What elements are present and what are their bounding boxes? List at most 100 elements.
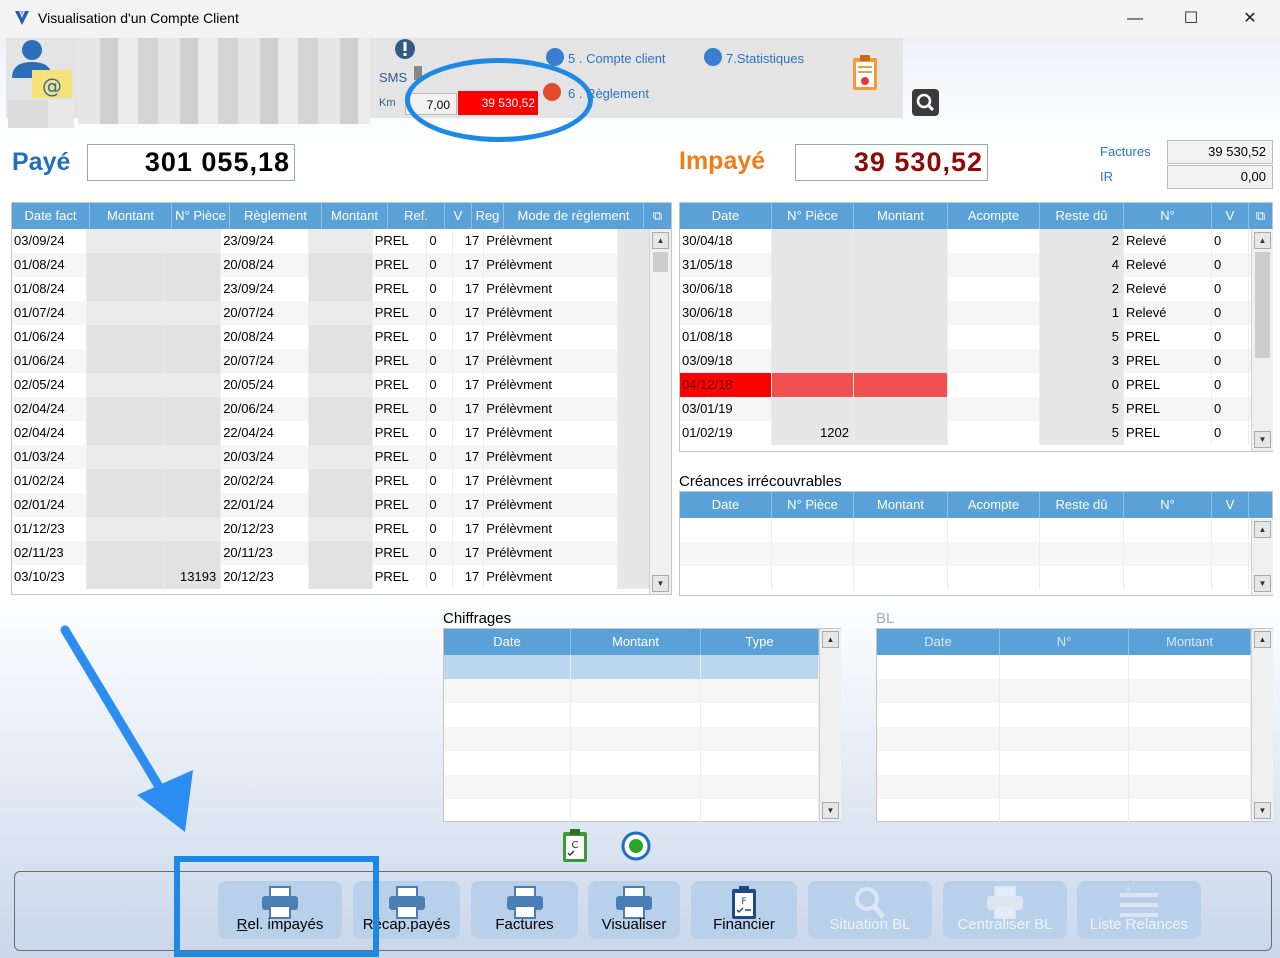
table-row[interactable]: 03/09/18 3 PREL 0: [680, 349, 1272, 373]
col-v[interactable]: V: [1212, 492, 1249, 518]
factures-button[interactable]: Factures: [471, 881, 578, 939]
scroll-up-icon[interactable]: ▲: [1254, 631, 1271, 648]
col-montant[interactable]: Montant: [1129, 629, 1251, 655]
statistiques-icon[interactable]: [704, 48, 722, 66]
bl-table[interactable]: Date N° Montant ▲ ▼: [876, 628, 1273, 823]
table-row[interactable]: 02/04/24 20/06/24 PREL 0 17 Prélèvment: [12, 397, 671, 421]
creances-table[interactable]: Date N° Pièce Montant Acompte Reste dû N…: [679, 491, 1273, 596]
table-row[interactable]: 01/12/23 20/12/23 PREL 0 17 Prélèvment: [12, 517, 671, 541]
col-reglement[interactable]: Règlement: [230, 203, 322, 229]
table-row[interactable]: 03/01/19 5 PREL 0: [680, 397, 1272, 421]
statistiques-link[interactable]: 7.Statistiques: [726, 51, 804, 66]
col-acompte[interactable]: Acompte: [948, 203, 1040, 229]
scroll-thumb[interactable]: [653, 252, 668, 272]
table-row[interactable]: 02/04/24 22/04/24 PREL 0 17 Prélèvment: [12, 421, 671, 445]
table-row[interactable]: [680, 566, 1272, 590]
col-reg[interactable]: Reg: [472, 203, 504, 229]
table-row[interactable]: 01/02/19 1202 5 PREL 0: [680, 421, 1272, 445]
table-row[interactable]: 31/05/18 4 Relevé 0: [680, 253, 1272, 277]
col-reste-du[interactable]: Reste dû: [1040, 492, 1124, 518]
table-row[interactable]: [877, 703, 1272, 727]
table-row[interactable]: 04/12/18 0 PREL 0: [680, 373, 1272, 397]
col-type[interactable]: Type: [701, 629, 819, 655]
scroll-down-icon[interactable]: ▼: [1254, 802, 1271, 819]
col-v[interactable]: V: [445, 203, 472, 229]
table-row[interactable]: 02/01/24 22/01/24 PREL 0 17 Prélèvment: [12, 493, 671, 517]
col-date[interactable]: Date: [680, 492, 772, 518]
table-row[interactable]: [444, 703, 840, 727]
table-row[interactable]: 30/06/18 2 Relevé 0: [680, 277, 1272, 301]
col-montant-reglement[interactable]: Montant: [322, 203, 388, 229]
col-mode-reglement[interactable]: Mode de règlement: [504, 203, 644, 229]
col-num-piece[interactable]: N° Pièce: [772, 492, 854, 518]
col-montant[interactable]: Montant: [571, 629, 701, 655]
table-row[interactable]: [877, 727, 1272, 751]
checklist-icon[interactable]: C: [561, 828, 589, 864]
report-clipboard-icon[interactable]: [851, 54, 879, 92]
table-row[interactable]: [444, 727, 840, 751]
col-date[interactable]: Date: [877, 629, 1000, 655]
col-date[interactable]: Date: [680, 203, 772, 229]
table-row[interactable]: 02/05/24 20/05/24 PREL 0 17 Prélèvment: [12, 373, 671, 397]
table-row[interactable]: [680, 518, 1272, 542]
scroll-up-icon[interactable]: ▲: [1254, 521, 1271, 538]
table-row[interactable]: [444, 775, 840, 799]
table-menu-icon[interactable]: ⧉: [644, 203, 671, 229]
chiffrages-scrollbar[interactable]: ▲ ▼: [819, 629, 841, 821]
table-row[interactable]: 01/03/24 20/03/24 PREL 0 17 Prélèvment: [12, 445, 671, 469]
table-row[interactable]: 01/08/24 20/08/24 PREL 0 17 Prélèvment: [12, 253, 671, 277]
visualiser-button[interactable]: Visualiser: [588, 881, 680, 939]
col-num[interactable]: N°: [1000, 629, 1129, 655]
table-row[interactable]: [444, 799, 840, 823]
search-button[interactable]: [912, 89, 939, 116]
table-row[interactable]: 01/08/24 23/09/24 PREL 0 17 Prélèvment: [12, 277, 671, 301]
table-row[interactable]: [680, 542, 1272, 566]
scroll-down-icon[interactable]: ▼: [652, 575, 669, 592]
table-row[interactable]: [444, 655, 840, 679]
creances-scrollbar[interactable]: ▲ ▼: [1251, 519, 1273, 595]
maximize-button[interactable]: ☐: [1169, 6, 1213, 32]
close-button[interactable]: ✕: [1228, 6, 1272, 32]
table-row[interactable]: [444, 679, 840, 703]
table-row[interactable]: 02/11/23 20/11/23 PREL 0 17 Prélèvment: [12, 541, 671, 565]
col-acompte[interactable]: Acompte: [948, 492, 1040, 518]
payments-table[interactable]: Date fact Montant N° Pièce Règlement Mon…: [11, 202, 672, 595]
table-row[interactable]: 01/06/24 20/08/24 PREL 0 17 Prélèvment: [12, 325, 671, 349]
alert-icon[interactable]: [394, 38, 416, 60]
table-menu-icon[interactable]: ⧉: [1249, 203, 1272, 229]
minimize-button[interactable]: —: [1113, 6, 1157, 32]
table-row[interactable]: [444, 751, 840, 775]
payments-scrollbar[interactable]: ▲ ▼: [649, 230, 671, 594]
col-date[interactable]: Date: [444, 629, 571, 655]
table-row[interactable]: [877, 655, 1272, 679]
unpaid-scrollbar[interactable]: ▲ ▼: [1251, 230, 1273, 451]
situation-bl-button[interactable]: Situation BL: [808, 881, 932, 939]
compte-client-link[interactable]: 5 . Compte client: [568, 51, 666, 66]
client-avatar[interactable]: @: [10, 38, 76, 100]
table-row[interactable]: [877, 775, 1272, 799]
col-montant[interactable]: Montant: [90, 203, 172, 229]
table-row[interactable]: 01/07/24 20/07/24 PREL 0 17 Prélèvment: [12, 301, 671, 325]
liste-relances-button[interactable]: + Liste Relances: [1077, 881, 1201, 939]
table-row[interactable]: [877, 799, 1272, 823]
col-montant[interactable]: Montant: [854, 492, 948, 518]
col-num-piece[interactable]: N° Pièce: [172, 203, 230, 229]
col-reste-du[interactable]: Reste dû: [1040, 203, 1124, 229]
table-row[interactable]: 01/06/24 20/07/24 PREL 0 17 Prélèvment: [12, 349, 671, 373]
table-row[interactable]: 03/09/24 23/09/24 PREL 0 17 Prélèvment: [12, 229, 671, 253]
table-row[interactable]: [877, 751, 1272, 775]
table-row[interactable]: 01/08/18 5 PREL 0: [680, 325, 1272, 349]
table-row[interactable]: 03/10/23 13193 20/12/23 PREL 0 17 Prélèvment: [12, 565, 671, 589]
chiffrages-table[interactable]: Date Montant Type ▲ ▼: [443, 628, 841, 823]
unpaid-table[interactable]: Date N° Pièce Montant Acompte Reste dû N…: [679, 202, 1273, 452]
scroll-up-icon[interactable]: ▲: [822, 631, 839, 648]
scroll-thumb[interactable]: [1255, 252, 1270, 358]
table-row[interactable]: 30/06/18 1 Relevé 0: [680, 301, 1272, 325]
compte-client-icon[interactable]: [546, 48, 564, 66]
col-num[interactable]: N°: [1124, 492, 1212, 518]
scroll-down-icon[interactable]: ▼: [1254, 575, 1271, 592]
scroll-down-icon[interactable]: ▼: [822, 802, 839, 819]
table-row[interactable]: [877, 679, 1272, 703]
col-num-piece[interactable]: N° Pièce: [772, 203, 854, 229]
centraliser-bl-button[interactable]: Centraliser BL: [943, 881, 1067, 939]
